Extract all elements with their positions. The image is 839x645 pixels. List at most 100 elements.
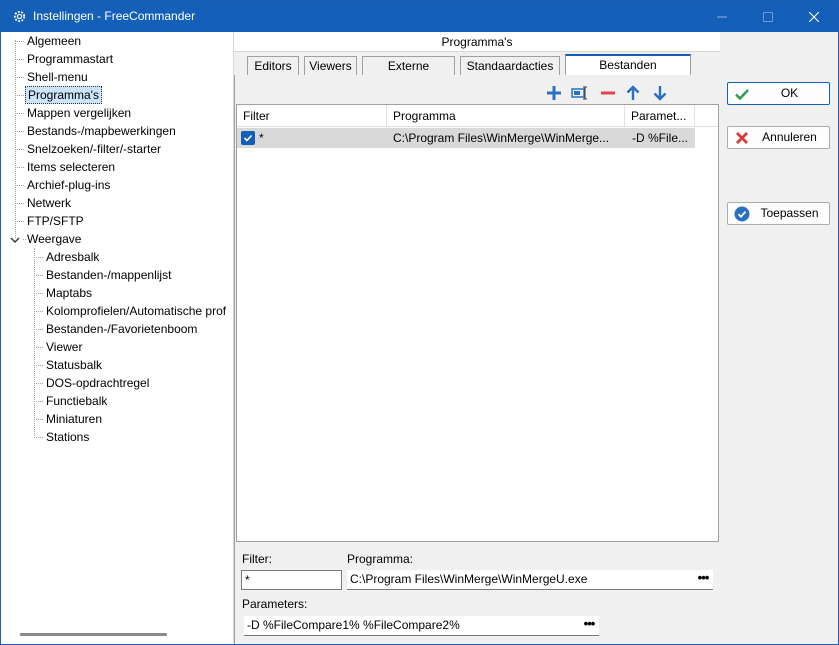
tab-bestanden-vergelijken[interactable]: Bestanden vergelijken [565, 54, 691, 90]
cell-filter: * [259, 131, 264, 145]
ok-label: OK [780, 86, 799, 100]
filter-label: Filter: [242, 552, 272, 566]
tree-item-miniaturen[interactable]: Miniaturen [44, 411, 104, 429]
tree-item-programmas[interactable]: Programma's [25, 86, 102, 104]
tree-item-favorietenboom[interactable]: Bestanden-/Favorietenboom [44, 321, 199, 339]
remove-icon[interactable] [599, 84, 617, 102]
edit-icon[interactable] [571, 84, 589, 102]
tree-connector [34, 275, 43, 276]
tree-connector [15, 41, 24, 42]
filter-input[interactable]: * [241, 570, 342, 590]
tree-item-archief-plug-ins[interactable]: Archief-plug-ins [25, 177, 112, 195]
tree-connector [34, 383, 43, 384]
tree-connector [15, 113, 24, 114]
apply-button[interactable]: Toepassen [727, 202, 830, 225]
tree-item-statusbalk[interactable]: Statusbalk [44, 357, 104, 375]
tree-connector [15, 203, 24, 204]
tree-connector [34, 401, 43, 402]
tree-item-mappen-vergelijken[interactable]: Mappen vergelijken [25, 105, 133, 123]
close-icon [736, 132, 748, 144]
tab-panel: Filter Programma Paramet... * C:\Program… [234, 75, 720, 644]
title-bar: Instellingen - FreeCommander [1, 1, 838, 32]
programs-grid[interactable]: Filter Programma Paramet... * C:\Program… [236, 104, 719, 542]
parameters-label: Parameters: [242, 597, 308, 611]
tree-item-kolomprofielen[interactable]: Kolomprofielen/Automatische prof [44, 303, 228, 321]
tree-item-bestands-mapbewerkingen[interactable]: Bestands-/mapbewerkingen [25, 123, 178, 141]
row-checkbox[interactable] [241, 131, 255, 145]
tab-strip: Editors Viewers Externe viewers Standaar… [234, 52, 720, 91]
tree-connector [34, 419, 43, 420]
parameters-input[interactable]: -D %FileCompare1% %FileCompare2% [244, 616, 599, 636]
tree-item-netwerk[interactable]: Netwerk [25, 195, 73, 213]
tab-externe-viewers[interactable]: Externe viewers [362, 56, 455, 91]
tab-standaardacties[interactable]: Standaardacties [460, 56, 560, 76]
column-filter[interactable]: Filter [237, 105, 387, 127]
tree-connector [34, 248, 35, 438]
tree-item-programmastart[interactable]: Programmastart [25, 51, 115, 69]
parameters-browse-button[interactable]: ••• [580, 617, 598, 636]
tree-item-snelzoeken[interactable]: Snelzoeken/-filter/-starter [25, 141, 163, 159]
close-button[interactable] [791, 1, 837, 32]
program-input[interactable]: C:\Program Files\WinMerge\WinMergeU.exe [347, 570, 713, 590]
tree-connector [15, 131, 24, 132]
tree-item-maptabs[interactable]: Maptabs [44, 285, 94, 303]
tree-connector [34, 311, 43, 312]
window-title: Instellingen - FreeCommander [33, 9, 196, 23]
settings-window: Instellingen - FreeCommander Algemeen Pr… [0, 0, 839, 645]
parameters-input-value: -D %FileCompare1% %FileCompare2% [247, 618, 460, 632]
horizontal-scrollbar[interactable] [20, 633, 167, 636]
minimize-icon [717, 16, 727, 17]
settings-tree[interactable]: Algemeen Programmastart Shell-menu Progr… [1, 32, 234, 644]
tree-connector [15, 40, 16, 238]
tree-item-algemeen[interactable]: Algemeen [25, 33, 83, 51]
maximize-icon [763, 11, 773, 22]
minimize-button[interactable] [699, 1, 745, 32]
tree-connector [34, 329, 43, 330]
cell-programma: C:\Program Files\WinMerge\WinMerge... [393, 131, 610, 145]
cell-parameters: -D %File... [632, 131, 689, 145]
program-input-value: C:\Program Files\WinMerge\WinMergeU.exe [350, 572, 588, 586]
tree-connector [15, 59, 24, 60]
column-programma[interactable]: Programma [387, 105, 625, 127]
tree-item-stations[interactable]: Stations [44, 429, 91, 447]
tree-item-bestanden-mappenlijst[interactable]: Bestanden-/mappenlijst [44, 267, 173, 285]
cancel-label: Annuleren [762, 130, 817, 144]
tab-viewers[interactable]: Viewers [304, 56, 357, 76]
tree-connector [34, 257, 43, 258]
tree-item-weergave[interactable]: Weergave [25, 231, 83, 249]
add-icon[interactable] [545, 84, 563, 102]
grid-header: Filter Programma Paramet... [237, 105, 718, 127]
tree-connector [34, 347, 43, 348]
maximize-button[interactable] [745, 1, 791, 32]
tree-item-shell-menu[interactable]: Shell-menu [25, 69, 90, 87]
tree-connector [34, 293, 43, 294]
tree-connector [15, 95, 24, 96]
chevron-down-icon[interactable] [9, 234, 21, 246]
tree-item-viewer[interactable]: Viewer [44, 339, 84, 357]
gear-icon [13, 10, 26, 23]
settings-page: Programma's Editors Viewers Externe view… [234, 32, 720, 644]
close-icon [809, 11, 819, 22]
tree-item-items-selecteren[interactable]: Items selecteren [25, 159, 117, 177]
tree-connector [15, 149, 24, 150]
column-parameters[interactable]: Paramet... [625, 105, 695, 127]
tab-editors[interactable]: Editors [247, 56, 299, 76]
tree-connector [15, 167, 24, 168]
tree-item-dos-opdrachtregel[interactable]: DOS-opdrachtregel [44, 375, 151, 393]
page-title: Programma's [234, 32, 720, 52]
cancel-button[interactable]: Annuleren [727, 126, 830, 149]
tree-item-functiebalk[interactable]: Functiebalk [44, 393, 109, 411]
program-browse-button[interactable]: ••• [694, 571, 712, 590]
tree-item-ftp-sftp[interactable]: FTP/SFTP [25, 213, 86, 231]
ok-button[interactable]: OK [727, 82, 830, 105]
tree-connector [15, 185, 24, 186]
check-circle-icon [734, 206, 750, 222]
check-icon [735, 89, 749, 101]
check-icon [243, 134, 253, 142]
move-up-icon[interactable] [624, 84, 642, 102]
tree-connector [15, 77, 24, 78]
move-down-icon[interactable] [651, 84, 669, 102]
tree-connector [34, 365, 43, 366]
tree-item-adresbalk[interactable]: Adresbalk [44, 249, 101, 267]
table-row[interactable]: * C:\Program Files\WinMerge\WinMerge... … [237, 128, 695, 148]
